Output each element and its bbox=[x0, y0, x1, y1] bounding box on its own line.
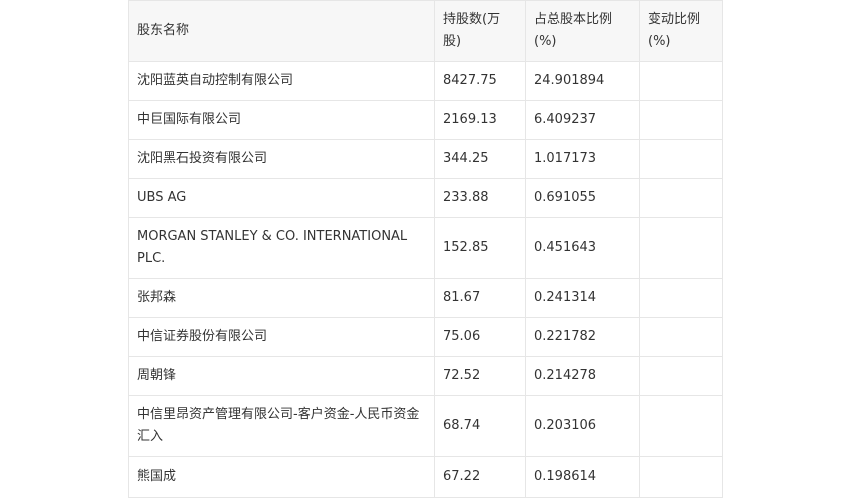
shareholder-table-container: 股东名称 持股数(万股) 占总股本比例(%) 变动比例(%) 沈阳蓝英自动控制有… bbox=[128, 0, 723, 498]
table-row: 周朝锋 72.52 0.214278 bbox=[128, 356, 723, 396]
table-row: UBS AG 233.88 0.691055 bbox=[128, 178, 723, 218]
cell-ratio: 0.214278 bbox=[525, 356, 640, 396]
cell-ratio: 0.691055 bbox=[525, 178, 640, 218]
cell-ratio: 0.241314 bbox=[525, 278, 640, 318]
cell-change bbox=[639, 217, 723, 279]
cell-change bbox=[639, 100, 723, 140]
cell-name: 沈阳蓝英自动控制有限公司 bbox=[128, 61, 435, 101]
cell-name: 熊国成 bbox=[128, 456, 435, 498]
cell-ratio: 24.901894 bbox=[525, 61, 640, 101]
cell-shares: 81.67 bbox=[434, 278, 526, 318]
table-row: 中巨国际有限公司 2169.13 6.409237 bbox=[128, 100, 723, 140]
table-header-row: 股东名称 持股数(万股) 占总股本比例(%) 变动比例(%) bbox=[128, 0, 723, 62]
cell-name: UBS AG bbox=[128, 178, 435, 218]
cell-ratio: 1.017173 bbox=[525, 139, 640, 179]
header-ratio: 占总股本比例(%) bbox=[525, 0, 640, 62]
cell-name: 中巨国际有限公司 bbox=[128, 100, 435, 140]
cell-shares: 75.06 bbox=[434, 317, 526, 357]
cell-change bbox=[639, 456, 723, 498]
cell-shares: 8427.75 bbox=[434, 61, 526, 101]
table-row: 张邦森 81.67 0.241314 bbox=[128, 278, 723, 318]
cell-change bbox=[639, 178, 723, 218]
cell-change bbox=[639, 395, 723, 457]
cell-shares: 68.74 bbox=[434, 395, 526, 457]
cell-name: 中信里昂资产管理有限公司-客户资金-人民币资金汇入 bbox=[128, 395, 435, 457]
table-row: 中信里昂资产管理有限公司-客户资金-人民币资金汇入 68.74 0.203106 bbox=[128, 395, 723, 457]
cell-name: 沈阳黑石投资有限公司 bbox=[128, 139, 435, 179]
table-row: MORGAN STANLEY & CO. INTERNATIONAL PLC. … bbox=[128, 217, 723, 279]
cell-ratio: 0.198614 bbox=[525, 456, 640, 498]
cell-ratio: 0.451643 bbox=[525, 217, 640, 279]
header-shareholder-name: 股东名称 bbox=[128, 0, 435, 62]
cell-change bbox=[639, 139, 723, 179]
table-row: 熊国成 67.22 0.198614 bbox=[128, 456, 723, 498]
cell-ratio: 0.221782 bbox=[525, 317, 640, 357]
cell-shares: 344.25 bbox=[434, 139, 526, 179]
cell-change bbox=[639, 278, 723, 318]
cell-name: 周朝锋 bbox=[128, 356, 435, 396]
table-row: 沈阳蓝英自动控制有限公司 8427.75 24.901894 bbox=[128, 61, 723, 101]
table-row: 中信证券股份有限公司 75.06 0.221782 bbox=[128, 317, 723, 357]
cell-change bbox=[639, 61, 723, 101]
cell-shares: 67.22 bbox=[434, 456, 526, 498]
header-shares: 持股数(万股) bbox=[434, 0, 526, 62]
cell-change bbox=[639, 356, 723, 396]
cell-name: 中信证券股份有限公司 bbox=[128, 317, 435, 357]
cell-shares: 72.52 bbox=[434, 356, 526, 396]
cell-name: 张邦森 bbox=[128, 278, 435, 318]
cell-name: MORGAN STANLEY & CO. INTERNATIONAL PLC. bbox=[128, 217, 435, 279]
cell-shares: 2169.13 bbox=[434, 100, 526, 140]
shareholder-table: 股东名称 持股数(万股) 占总股本比例(%) 变动比例(%) 沈阳蓝英自动控制有… bbox=[128, 0, 723, 498]
cell-ratio: 0.203106 bbox=[525, 395, 640, 457]
cell-shares: 233.88 bbox=[434, 178, 526, 218]
cell-ratio: 6.409237 bbox=[525, 100, 640, 140]
table-row: 沈阳黑石投资有限公司 344.25 1.017173 bbox=[128, 139, 723, 179]
cell-shares: 152.85 bbox=[434, 217, 526, 279]
header-change: 变动比例(%) bbox=[639, 0, 723, 62]
cell-change bbox=[639, 317, 723, 357]
